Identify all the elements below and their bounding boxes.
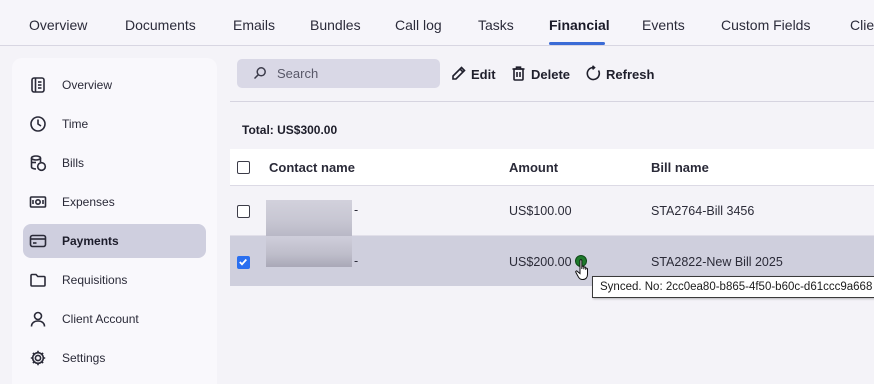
banknote-icon — [29, 193, 47, 211]
search-icon — [253, 66, 267, 80]
sidebar-item-bills[interactable]: Bills — [23, 146, 206, 180]
person-icon — [29, 310, 47, 328]
contact-name-cell: - — [354, 203, 359, 217]
active-tab-indicator — [549, 42, 605, 45]
refresh-button[interactable]: Refresh — [585, 64, 657, 84]
pencil-icon — [450, 65, 467, 82]
top-tab-bar: Overview Documents Emails Bundles Call l… — [0, 0, 874, 46]
tab-overview[interactable]: Overview — [29, 17, 87, 33]
coins-icon — [29, 154, 47, 172]
tab-tasks[interactable]: Tasks — [478, 17, 514, 33]
sidebar-item-label: Overview — [62, 78, 113, 92]
sidebar-item-time[interactable]: Time — [23, 107, 206, 141]
tab-call-log[interactable]: Call log — [395, 17, 442, 33]
refresh-icon — [585, 65, 602, 82]
tab-bundles[interactable]: Bundles — [310, 17, 361, 33]
sidebar-item-label: Requisitions — [62, 273, 128, 287]
sidebar-item-requisitions[interactable]: Requisitions — [23, 263, 206, 297]
column-header-bill-name[interactable]: Bill name — [651, 160, 709, 175]
sidebar-item-label: Time — [62, 117, 89, 131]
gear-icon — [29, 349, 47, 367]
amount-cell: US$100.00 — [509, 204, 572, 218]
refresh-label: Refresh — [606, 67, 655, 82]
tab-events[interactable]: Events — [642, 17, 685, 33]
redacted-contact-image — [266, 236, 352, 267]
tab-financial[interactable]: Financial — [549, 17, 610, 33]
total-amount: Total: US$300.00 — [242, 123, 338, 137]
row-checkbox-checked[interactable] — [237, 256, 250, 269]
select-all-checkbox[interactable] — [237, 161, 250, 174]
tab-emails[interactable]: Emails — [233, 17, 275, 33]
amount-cell: US$200.00 — [509, 255, 572, 269]
financial-sidebar: Overview Time Bills Expenses Payments Re… — [12, 58, 217, 384]
bill-name-cell[interactable]: STA2764-Bill 3456 — [651, 204, 754, 218]
tab-clients[interactable]: Clie — [850, 17, 874, 33]
card-icon — [29, 232, 47, 250]
sidebar-item-settings[interactable]: Settings — [23, 341, 206, 375]
tab-documents[interactable]: Documents — [125, 17, 196, 33]
tab-custom-fields[interactable]: Custom Fields — [721, 17, 810, 33]
sync-tooltip: Synced. No: 2cc0ea80-b865-4f50-b60c-d61c… — [592, 276, 874, 298]
sidebar-item-payments[interactable]: Payments — [23, 224, 206, 258]
sidebar-item-label: Payments — [62, 234, 119, 248]
toolbar-divider — [230, 101, 874, 102]
sidebar-item-label: Settings — [62, 351, 106, 365]
row-checkbox[interactable] — [237, 205, 250, 218]
delete-button[interactable]: Delete — [510, 64, 572, 84]
contact-name-cell: - — [354, 254, 359, 268]
sidebar-item-overview[interactable]: Overview — [23, 68, 206, 102]
sidebar-item-expenses[interactable]: Expenses — [23, 185, 206, 219]
sidebar-item-client-account[interactable]: Client Account — [23, 302, 206, 336]
column-header-amount[interactable]: Amount — [509, 160, 558, 175]
column-header-contact-name[interactable]: Contact name — [269, 160, 355, 175]
hand-cursor-icon — [575, 259, 588, 280]
table-row[interactable]: - US$100.00 STA2764-Bill 3456 — [230, 186, 874, 236]
redacted-contact-image — [266, 200, 352, 236]
trash-icon — [510, 65, 527, 82]
bill-name-cell[interactable]: STA2822-New Bill 2025 — [651, 255, 783, 269]
clock-icon — [29, 115, 47, 133]
search-input[interactable]: Search — [237, 59, 440, 88]
edit-button[interactable]: Edit — [450, 64, 496, 84]
sidebar-item-label: Client Account — [62, 312, 139, 326]
edit-label: Edit — [471, 67, 496, 82]
sidebar-item-label: Bills — [62, 156, 85, 170]
sidebar-item-label: Expenses — [62, 195, 115, 209]
folder-icon — [29, 271, 47, 289]
search-placeholder: Search — [277, 66, 319, 81]
table-header: Contact name Amount Bill name — [230, 149, 874, 186]
document-list-icon — [29, 76, 47, 94]
delete-label: Delete — [531, 67, 571, 82]
